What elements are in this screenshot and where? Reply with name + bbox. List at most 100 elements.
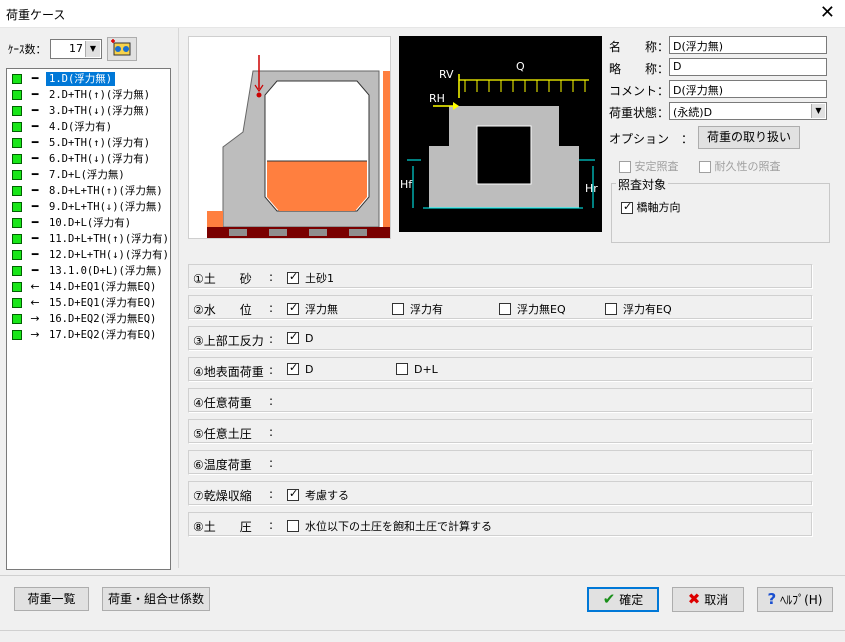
chevron-down-icon[interactable]: ▼ xyxy=(85,41,100,57)
list-item[interactable]: ━ 9.D+L+TH(↓)(浮力無) xyxy=(10,199,170,215)
option-label: D xyxy=(305,332,314,345)
list-item[interactable]: → 17.D+EQ2(浮力有EQ) xyxy=(10,327,170,343)
target-axis-label: 橋軸方向 xyxy=(636,201,681,214)
case-count-label: ｹｰｽ数： xyxy=(8,43,47,56)
case-color-icon xyxy=(12,266,22,276)
row-label: ④地表面荷重 xyxy=(193,365,264,379)
checkbox-icon xyxy=(287,361,299,375)
option-checkbox[interactable]: 浮力無 xyxy=(287,301,338,317)
case-label: 10.D+L(浮力有) xyxy=(49,217,132,229)
case-label: 11.D+L+TH(↑)(浮力有) xyxy=(49,233,170,245)
case-color-icon xyxy=(12,154,22,164)
case-label: 2.D+TH(↑)(浮力無) xyxy=(49,89,151,101)
checkbox-icon xyxy=(287,270,299,284)
list-item[interactable]: ━ 4.D(浮力有) xyxy=(10,119,170,135)
case-label: 14.D+EQ1(浮力無EQ) xyxy=(49,281,157,293)
option-label: D xyxy=(305,363,314,376)
list-item[interactable]: ━ 3.D+TH(↓)(浮力無) xyxy=(10,103,170,119)
option-label: 浮力無 xyxy=(305,303,338,316)
case-label: 8.D+L+TH(↑)(浮力無) xyxy=(49,185,163,197)
row-colon: : xyxy=(269,518,274,532)
case-color-icon xyxy=(12,138,22,148)
list-item[interactable]: ━ 7.D+L(浮力無) xyxy=(10,167,170,183)
target-axis-check[interactable]: 橋軸方向 xyxy=(621,199,681,215)
list-item[interactable]: ━ 8.D+L+TH(↑)(浮力無) xyxy=(10,183,170,199)
check-icon: ✔ xyxy=(602,590,616,608)
cancel-button[interactable]: ✖ 取消 xyxy=(672,587,744,612)
list-item[interactable]: ━ 12.D+L+TH(↓)(浮力有) xyxy=(10,247,170,263)
option-checkbox[interactable]: 浮力有 xyxy=(392,301,443,317)
name-field[interactable]: D(浮力無) xyxy=(669,36,827,54)
row-label: ②水 位 xyxy=(193,303,252,317)
title-bar: 荷重ケース ✕ xyxy=(0,0,845,28)
list-item[interactable]: ━ 6.D+TH(↓)(浮力有) xyxy=(10,151,170,167)
case-label: 17.D+EQ2(浮力有EQ) xyxy=(49,329,157,341)
abbr-field[interactable]: D xyxy=(669,58,827,76)
abbr-label: 略 称： xyxy=(609,62,670,76)
durability-check[interactable]: 耐久性の照査 xyxy=(699,158,781,174)
list-item[interactable]: ━ 13.1.0(D+L)(浮力無) xyxy=(10,263,170,279)
load-row: ⑧土 圧: 水位以下の土圧を飽和土圧で計算する xyxy=(188,512,813,537)
option-label: 水位以下の土圧を飽和土圧で計算する xyxy=(305,520,492,533)
case-list[interactable]: ━ 1.D(浮力無) ━ 2.D+TH(↑)(浮力無) ━ 3.D+TH(↓)(浮力無) ━… xyxy=(6,68,171,570)
list-item[interactable]: ━ 11.D+L+TH(↑)(浮力有) xyxy=(10,231,170,247)
stability-check[interactable]: 安定照査 xyxy=(619,158,679,174)
load-combo-button[interactable]: 荷重・組合せ係数 xyxy=(102,587,210,611)
option-checkbox[interactable]: 浮力無EQ xyxy=(499,301,566,317)
case-label: 5.D+TH(↑)(浮力有) xyxy=(49,137,151,149)
option-checkbox[interactable]: 考慮する xyxy=(287,487,349,503)
direction-icon: ━ xyxy=(31,248,39,261)
row-colon: : xyxy=(269,332,274,346)
case-color-icon xyxy=(12,106,22,116)
case-label: 9.D+L+TH(↓)(浮力無) xyxy=(49,201,163,213)
comment-field[interactable]: D(浮力無) xyxy=(669,80,827,98)
direction-icon: ━ xyxy=(31,88,39,101)
direction-icon: ← xyxy=(30,280,40,293)
row-label: ③上部工反力 xyxy=(193,334,264,348)
option-checkbox[interactable]: 浮力有EQ xyxy=(605,301,672,317)
row-label: ①土 砂 xyxy=(193,272,252,286)
add-case-icon xyxy=(111,39,131,56)
list-item[interactable]: → 16.D+EQ2(浮力無EQ) xyxy=(10,311,170,327)
name-label: 名 称： xyxy=(609,40,670,54)
option-button[interactable]: 荷重の取り扱い xyxy=(698,126,800,149)
ok-button[interactable]: ✔ 確定 xyxy=(587,587,659,612)
chevron-down-icon[interactable]: ▼ xyxy=(811,104,825,118)
rv-label: RV xyxy=(439,68,454,81)
load-list-button[interactable]: 荷重一覧 xyxy=(14,587,89,611)
close-icon[interactable]: ✕ xyxy=(820,3,835,23)
direction-icon: ━ xyxy=(31,168,39,181)
option-checkbox[interactable]: 土砂1 xyxy=(287,270,334,286)
list-item[interactable]: ━ 5.D+TH(↑)(浮力有) xyxy=(10,135,170,151)
help-button[interactable]: ? ﾍﾙﾌﾟ(H) xyxy=(757,587,833,612)
list-item[interactable]: ← 14.D+EQ1(浮力無EQ) xyxy=(10,279,170,295)
load-row: ①土 砂: 土砂1 xyxy=(188,264,813,289)
option-checkbox[interactable]: D+L xyxy=(396,363,438,376)
case-color-icon xyxy=(12,74,22,84)
option-checkbox[interactable]: D xyxy=(287,361,314,376)
list-item[interactable]: ━ 1.D(浮力無) xyxy=(10,71,170,87)
window-title: 荷重ケース xyxy=(6,8,66,22)
checkbox-icon xyxy=(621,200,633,214)
row-colon: : xyxy=(269,301,274,315)
row-label: ⑥温度荷重 xyxy=(193,458,252,472)
direction-icon: → xyxy=(30,312,40,325)
state-select[interactable]: (永続)D ▼ xyxy=(669,102,827,120)
hf-label: Hf xyxy=(400,178,413,191)
option-label: D+L xyxy=(414,363,438,376)
direction-icon: ━ xyxy=(31,152,39,165)
case-count-select[interactable]: 17 ▼ xyxy=(50,39,102,59)
list-item[interactable]: ━ 2.D+TH(↑)(浮力無) xyxy=(10,87,170,103)
checkbox-icon xyxy=(396,363,408,375)
option-checkbox[interactable]: D xyxy=(287,330,314,345)
checkbox-icon xyxy=(287,487,299,501)
option-checkbox[interactable]: 水位以下の土圧を飽和土圧で計算する xyxy=(287,518,492,534)
list-item[interactable]: ━ 10.D+L(浮力有) xyxy=(10,215,170,231)
case-label: 15.D+EQ1(浮力有EQ) xyxy=(49,297,157,309)
edit-cases-button[interactable] xyxy=(107,37,137,61)
direction-icon: → xyxy=(30,328,40,341)
load-diagram: RV Q RH Hf Hr xyxy=(399,36,602,232)
stability-check-label: 安定照査 xyxy=(634,160,679,173)
case-color-icon xyxy=(12,202,22,212)
list-item[interactable]: ← 15.D+EQ1(浮力有EQ) xyxy=(10,295,170,311)
